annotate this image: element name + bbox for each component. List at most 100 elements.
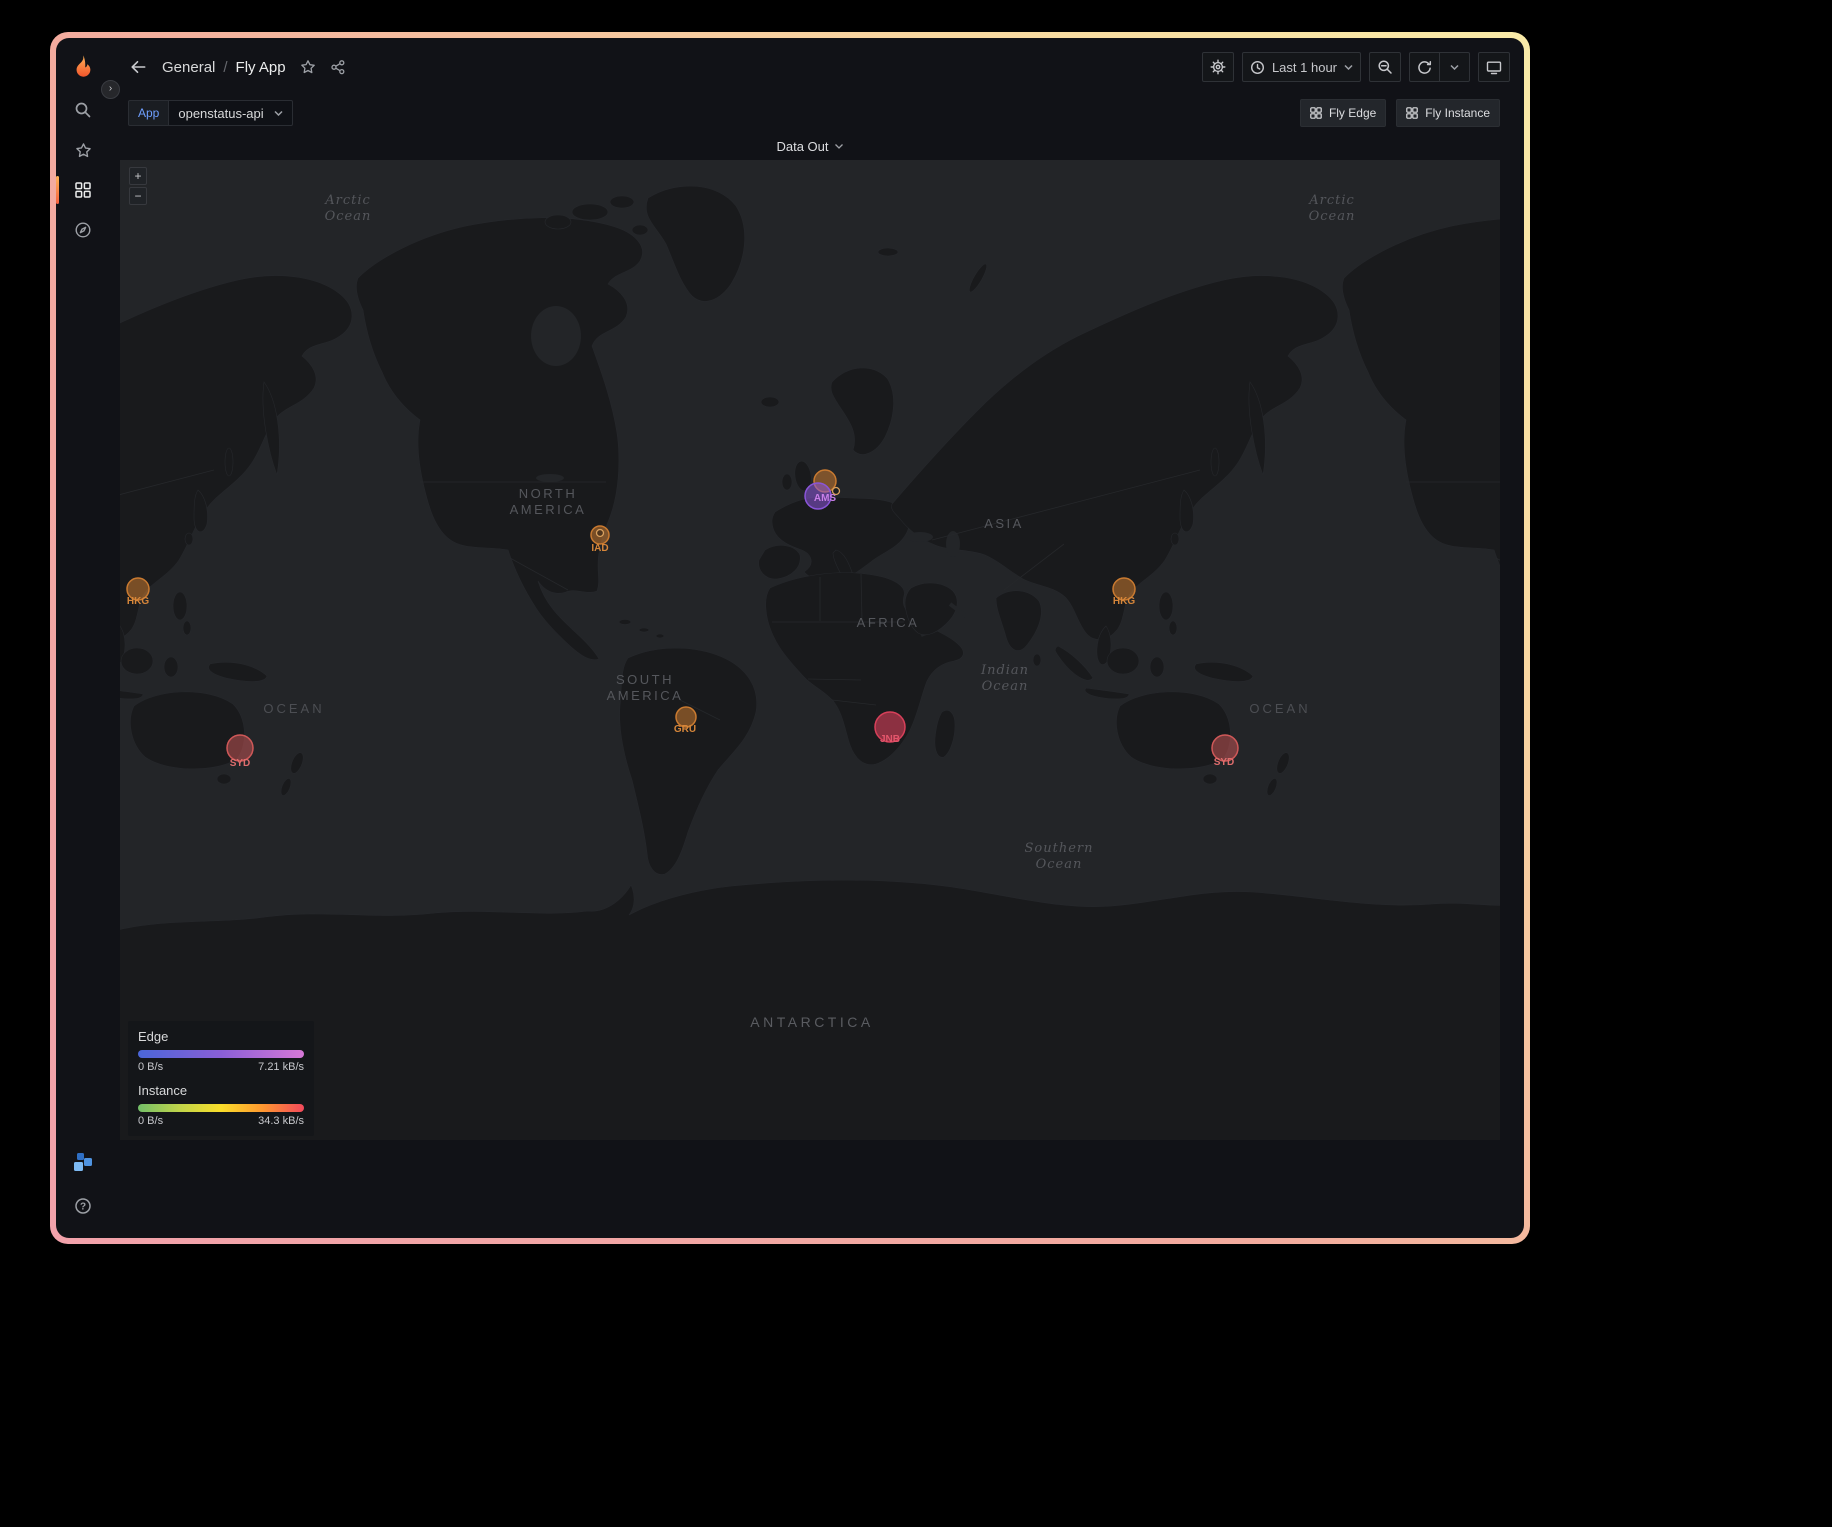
grafana-flame-icon — [69, 53, 97, 81]
map-label-south-america: SOUTHAMERICA — [607, 672, 684, 703]
map-marker-syd[interactable]: SYD — [1212, 735, 1238, 768]
grid-icon — [1406, 107, 1418, 119]
map-marker-label-jnb: JNB — [880, 734, 900, 745]
zoom-out-button[interactable]: − — [129, 187, 147, 205]
map-label-southern-ocean: SouthernOcean — [1025, 841, 1094, 872]
panel-title-menu[interactable]: Data Out — [120, 132, 1500, 160]
map-marker-label-hkg: HKG — [127, 596, 149, 607]
map-label-arctic-ocean-west: ArcticOcean — [324, 193, 371, 224]
sidebar: ? — [56, 38, 110, 1238]
map-canvas[interactable]: ArcticOceanArcticOceanNORTHAMERICAASIAAF… — [120, 160, 1500, 1140]
sidebar-item-plugin[interactable] — [56, 1142, 110, 1182]
map-label-antarctica: ANTARCTICA — [750, 1014, 873, 1030]
map-label-indian-ocean: IndianOcean — [980, 663, 1029, 694]
map-marker-syd[interactable]: SYD — [227, 735, 253, 769]
back-button[interactable] — [128, 57, 148, 77]
sidebar-item-explore[interactable] — [56, 210, 110, 250]
sidebar-bottom: ? — [56, 1142, 110, 1226]
link-fly-instance-label: Fly Instance — [1425, 106, 1490, 120]
caret-down-icon — [1344, 64, 1353, 70]
legend-instance-min: 0 B/s — [138, 1115, 163, 1127]
star-outline-icon — [300, 59, 316, 75]
grafana-window: › — [56, 38, 1524, 1238]
back-arrow-icon — [128, 57, 148, 77]
map-label-ocean-west: OCEAN — [263, 701, 324, 716]
variable-app-dropdown[interactable]: openstatus-api — [168, 100, 292, 126]
link-fly-instance[interactable]: Fly Instance — [1396, 99, 1500, 127]
legend-instance: Instance 0 B/s 34.3 kB/s — [138, 1083, 304, 1127]
legend-instance-max: 34.3 kB/s — [258, 1115, 304, 1127]
map-marker-hkg[interactable]: HKG — [127, 578, 149, 607]
map-marker-label-gru: GRU — [674, 724, 696, 735]
variable-app-label: App — [128, 100, 168, 126]
panel-title: Data Out — [776, 139, 828, 154]
grafana-logo[interactable] — [68, 50, 98, 84]
grid-icon — [1310, 107, 1322, 119]
share-button[interactable] — [330, 59, 346, 75]
refresh-icon — [1417, 60, 1432, 75]
legend-edge-title: Edge — [138, 1029, 304, 1044]
map-zoom-controls: + − — [129, 167, 147, 205]
zoom-out-time-button[interactable] — [1369, 52, 1401, 82]
map-marker-dot[interactable] — [597, 530, 604, 537]
main-area: General / Fly App — [110, 38, 1524, 1238]
link-fly-edge-label: Fly Edge — [1329, 106, 1376, 120]
breadcrumb-section[interactable]: General — [162, 59, 215, 76]
world-map[interactable]: ArcticOceanArcticOceanNORTHAMERICAASIAAF… — [120, 160, 1500, 1140]
top-bar: General / Fly App — [110, 38, 1524, 96]
map-marker-label-iad: IAD — [591, 543, 608, 554]
refresh-button[interactable] — [1409, 52, 1440, 82]
breadcrumb-divider: / — [223, 59, 227, 76]
gear-icon — [1210, 59, 1226, 75]
star-icon — [75, 142, 92, 159]
sidebar-item-search[interactable] — [56, 90, 110, 130]
map-marker-label-syd: SYD — [1214, 757, 1235, 768]
time-range-picker[interactable]: Last 1 hour — [1242, 52, 1361, 82]
plugin-blue-icon — [72, 1151, 94, 1173]
zoom-out-magnifier-icon — [1377, 59, 1393, 75]
map-label-ocean-east: OCEAN — [1249, 701, 1310, 716]
sidebar-expand-button[interactable]: › — [101, 80, 120, 99]
legend-instance-gradient — [138, 1104, 304, 1112]
zoom-in-button[interactable]: + — [129, 167, 147, 185]
dashboard-settings-button[interactable] — [1202, 52, 1234, 82]
legend-edge-gradient — [138, 1050, 304, 1058]
map-marker-hkg[interactable]: HKG — [1113, 578, 1135, 607]
variable-app: App openstatus-api — [128, 100, 293, 126]
link-fly-edge[interactable]: Fly Edge — [1300, 99, 1386, 127]
variable-app-value: openstatus-api — [178, 106, 263, 121]
window-frame: › — [50, 32, 1530, 1244]
top-bar-actions: Last 1 hour — [1202, 52, 1510, 82]
sidebar-item-starred[interactable] — [56, 130, 110, 170]
refresh-interval-dropdown[interactable] — [1440, 52, 1470, 82]
favorite-star-button[interactable] — [300, 59, 316, 75]
map-label-asia: ASIA — [984, 516, 1024, 531]
breadcrumb[interactable]: General / Fly App — [162, 59, 286, 76]
clock-icon — [1250, 60, 1265, 75]
legend-edge: Edge 0 B/s 7.21 kB/s — [138, 1029, 304, 1073]
map-marker-label-ams: AMS — [814, 493, 837, 504]
map-legend: Edge 0 B/s 7.21 kB/s Instance 0 B/s — [128, 1021, 314, 1136]
tv-icon — [1486, 59, 1502, 75]
svg-text:?: ? — [80, 1202, 86, 1213]
caret-down-icon — [274, 110, 283, 116]
map-label-africa: AFRICA — [857, 615, 920, 630]
map-marker-gru[interactable]: GRU — [674, 707, 696, 735]
dashboards-grid-icon — [75, 182, 91, 198]
chevron-down-icon — [834, 143, 844, 150]
map-marker-dot[interactable] — [833, 488, 840, 495]
refresh-button-group — [1409, 52, 1470, 82]
map-label-north-america: NORTHAMERICA — [510, 486, 587, 517]
compass-icon — [74, 221, 92, 239]
geomap-panel: Data Out — [120, 132, 1500, 1140]
search-icon — [74, 101, 92, 119]
sidebar-item-dashboards[interactable] — [56, 170, 110, 210]
help-icon: ? — [74, 1197, 92, 1215]
legend-edge-max: 7.21 kB/s — [258, 1061, 304, 1073]
tv-kiosk-button[interactable] — [1478, 52, 1510, 82]
breadcrumb-actions — [300, 59, 346, 75]
breadcrumb-page: Fly App — [236, 59, 286, 76]
sidebar-item-help[interactable]: ? — [56, 1186, 110, 1226]
variables-bar: App openstatus-api Fly Edge — [110, 96, 1524, 130]
caret-down-icon — [1450, 64, 1459, 70]
